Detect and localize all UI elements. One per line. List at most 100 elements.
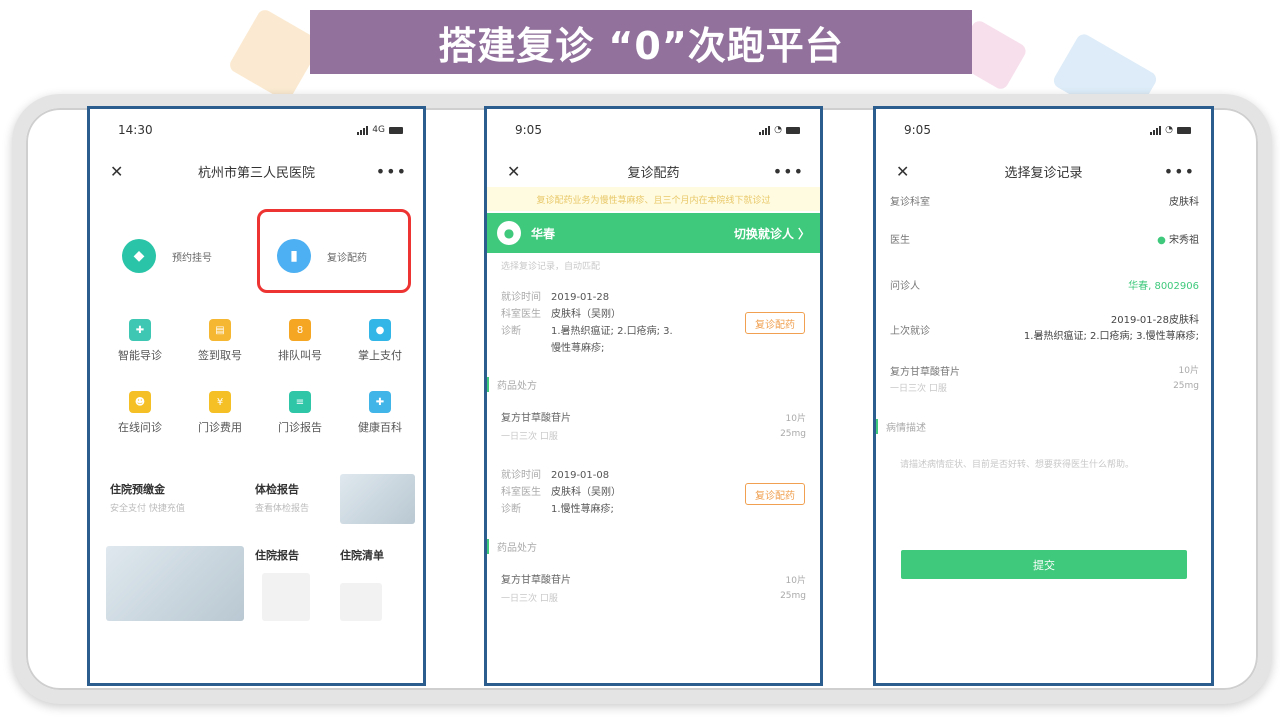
drug-usage: 一日三次 口服 (501, 432, 558, 442)
page-title: 搭建复诊 “0”次跑平台 (310, 10, 972, 74)
prescription-label: 药品处方 (487, 377, 537, 392)
close-icon[interactable]: ✕ (110, 162, 123, 181)
drug-usage: 一日三次 口服 (501, 594, 558, 604)
diamond-icon: ◆ (122, 239, 156, 273)
service-online-consult[interactable]: ☻ 在线问诊 (100, 391, 180, 435)
close-icon[interactable]: ✕ (896, 162, 909, 181)
more-icon[interactable]: ••• (1164, 162, 1195, 181)
decor-shape-orange (227, 7, 323, 103)
battery-icon (389, 126, 403, 134)
revisit-medicine-button[interactable]: 复诊配药 (745, 483, 805, 505)
status-bar: 9:05 ◔ (515, 123, 800, 137)
doctor-row[interactable]: 医生 ● 宋秀祖 (890, 231, 1199, 246)
queue-icon: 8 (289, 319, 311, 341)
dept-label: 复诊科室 (890, 197, 930, 208)
inpatient-list-title[interactable]: 住院清单 (340, 547, 384, 563)
medicine-bottle-icon: ▮ (277, 239, 311, 273)
wallet-icon: ● (369, 319, 391, 341)
phone-screen-hospital-home: 14:30 4G ✕ 杭州市第三人民医院 ••• ◆ 预约挂号 ▮ 复诊配药 ✚… (87, 106, 426, 686)
guide-icon: ✚ (129, 319, 151, 341)
status-time: 9:05 (515, 123, 542, 137)
doctor-icon: ☻ (129, 391, 151, 413)
signal-icon (759, 125, 771, 135)
status-bar: 14:30 4G (118, 123, 403, 137)
service-mobile-pay[interactable]: ● 掌上支付 (340, 319, 420, 363)
drip-image (340, 583, 382, 621)
doctor-label: 医生 (890, 235, 910, 246)
service-check-in[interactable]: ▤ 签到取号 (180, 319, 260, 363)
service-label: 健康百科 (358, 421, 402, 434)
signal-icon (357, 125, 369, 135)
patient-label: 问诊人 (890, 281, 920, 292)
close-icon[interactable]: ✕ (507, 162, 520, 181)
ticket-icon: ▤ (209, 319, 231, 341)
service-outpatient-report[interactable]: ≡ 门诊报告 (260, 391, 340, 435)
service-label: 门诊费用 (198, 421, 242, 434)
appointment-label: 预约挂号 (172, 252, 212, 264)
drug-qty: 10片 (785, 576, 806, 586)
deposit-title[interactable]: 住院预缴金 (110, 481, 165, 497)
submit-button[interactable]: 提交 (901, 550, 1187, 579)
revisit-medicine-label: 复诊配药 (327, 252, 367, 264)
record-1-details: 就诊时间 2019-01-28 科室医生 皮肤科（吴刚） 诊断 1.暑热织瘟证; 2.… (501, 292, 673, 354)
screen-title: 复诊配药 (627, 165, 680, 181)
last-visit-label: 上次就诊 (890, 325, 930, 337)
checkup-image (340, 474, 415, 524)
service-grid-row-2: ☻ 在线问诊 ¥ 门诊费用 ≡ 门诊报告 ✚ 健康百科 (100, 391, 420, 435)
drug-dose: 25mg (780, 429, 806, 439)
revisit-medicine-entry[interactable]: ▮ 复诊配药 (277, 239, 367, 273)
battery-icon (786, 126, 800, 134)
service-label: 智能导诊 (118, 349, 162, 362)
service-label: 签到取号 (198, 349, 242, 362)
service-label: 排队叫号 (278, 349, 322, 362)
service-label: 在线问诊 (118, 421, 162, 434)
drug-usage-row: 一日三次 口服 25mg (890, 381, 1199, 394)
doctor-value: ● 宋秀祖 (1157, 235, 1199, 246)
more-icon[interactable]: ••• (773, 162, 804, 181)
dept-row: 复诊科室 皮肤科 (890, 193, 1199, 208)
drug-qty: 10片 (1178, 366, 1199, 376)
drug-usage: 一日三次 口服 (890, 384, 947, 394)
switch-patient-button[interactable]: 切换就诊人 〉 (734, 225, 810, 242)
drug-name: 复方甘草酸苷片 (501, 413, 571, 424)
battery-icon (1177, 126, 1191, 134)
screen-title: 选择复诊记录 (1004, 165, 1083, 181)
hospital-bed-image (106, 546, 244, 621)
nav-bar: ✕ 选择复诊记录 ••• (876, 159, 1211, 183)
deposit-subtitle: 安全支付 快捷充值 (110, 504, 185, 514)
checkup-report-title[interactable]: 体检报告 (255, 481, 299, 497)
hospital-title: 杭州市第三人民医院 (197, 165, 315, 181)
drug-name: 复方甘草酸苷片 (890, 367, 960, 378)
status-indicators: 4G (357, 123, 403, 137)
nav-bar: ✕ 复诊配药 ••• (487, 159, 820, 183)
record-2-details: 就诊时间 2019-01-08 科室医生 皮肤科（吴刚） 诊断 1.慢性荨麻疹; (501, 470, 621, 515)
service-label: 掌上支付 (358, 349, 402, 362)
drug-dose: 25mg (1173, 381, 1199, 391)
revisit-medicine-button[interactable]: 复诊配药 (745, 312, 805, 334)
appointment-entry[interactable]: ◆ 预约挂号 (122, 239, 212, 273)
last-visit-row: 上次就诊 2019-01-28皮肤科 1.暑热织瘟证; 2.口疮病; 3.慢性荨… (890, 313, 1199, 345)
patient-row[interactable]: 问诊人 华春, 8002906 (890, 277, 1199, 292)
condition-label: 病情描述 (876, 419, 926, 434)
patient-name: 华春 (531, 226, 556, 241)
more-icon[interactable]: ••• (376, 162, 407, 181)
wifi-icon: ◔ (774, 125, 782, 135)
stethoscope-image (262, 573, 310, 621)
last-visit-value: 2019-01-28皮肤科 1.暑热织瘟证; 2.口疮病; 3.慢性荨麻疹; (1023, 315, 1199, 342)
status-bar: 9:05 ◔ (904, 123, 1191, 137)
service-outpatient-fees[interactable]: ¥ 门诊费用 (180, 391, 260, 435)
service-smart-guide[interactable]: ✚ 智能导诊 (100, 319, 180, 363)
service-queue[interactable]: 8 排队叫号 (260, 319, 340, 363)
phone-screen-revisit-medicine: 9:05 ◔ ✕ 复诊配药 ••• 复诊配药业务为慢性荨麻疹、且三个月内在本院线… (484, 106, 823, 686)
inpatient-report-title[interactable]: 住院报告 (255, 547, 299, 563)
book-icon: ✚ (369, 391, 391, 413)
wifi-icon: ◔ (1165, 125, 1173, 135)
service-health-wiki[interactable]: ✚ 健康百科 (340, 391, 420, 435)
patient-bar: ● 华春 切换就诊人 〉 (487, 213, 820, 253)
condition-input[interactable]: 请描述病情症状、目前是否好转、想要获得医生什么帮助。 (900, 457, 1134, 470)
signal-icon (1150, 125, 1162, 135)
user-icon: ● (497, 221, 521, 245)
network-type: 4G (372, 125, 385, 135)
status-indicators: ◔ (1150, 123, 1191, 137)
drug-qty: 10片 (785, 414, 806, 424)
